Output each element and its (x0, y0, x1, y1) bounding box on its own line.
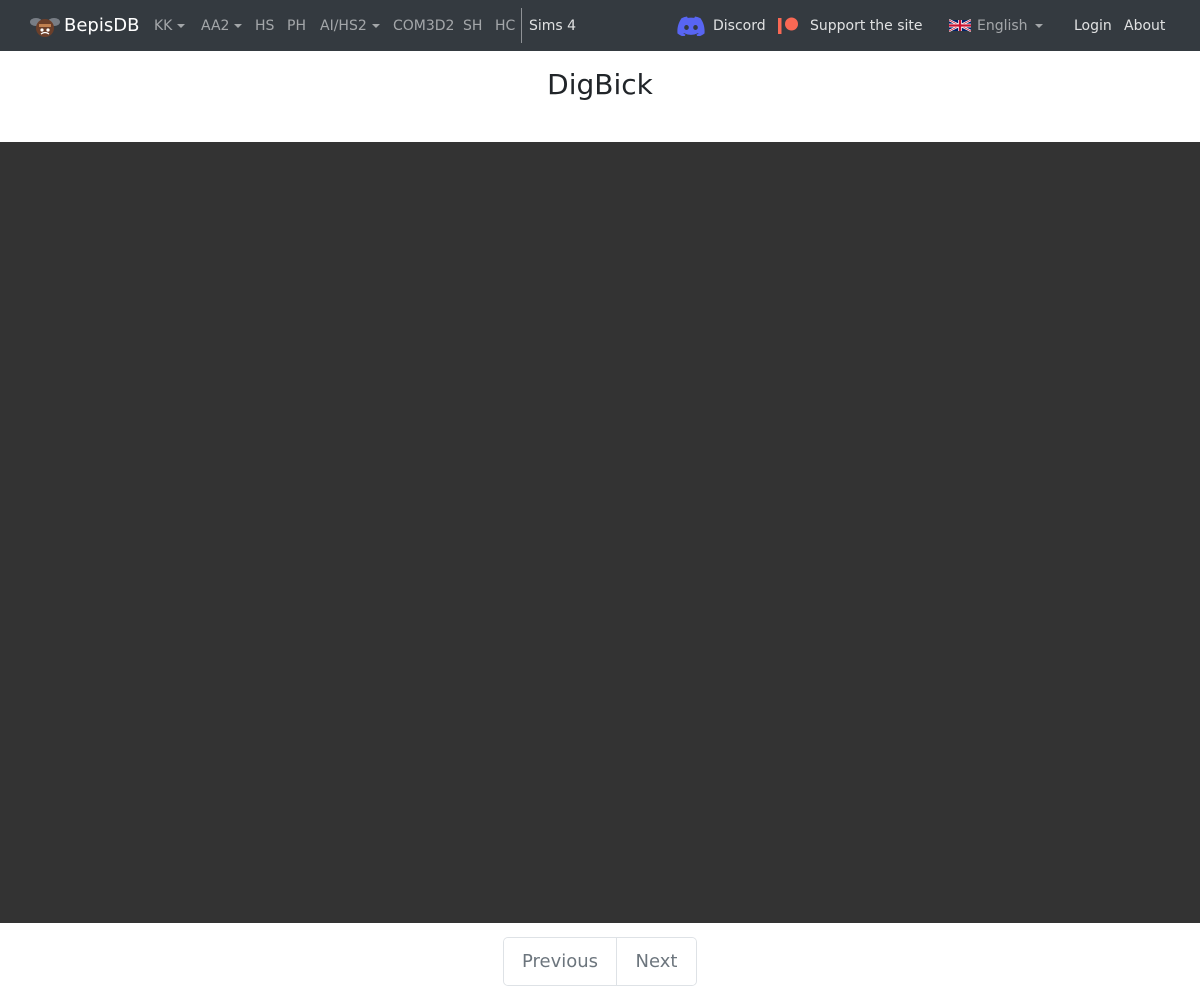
bee-logo-icon (30, 17, 60, 37)
uk-flag-icon (949, 19, 971, 32)
brand-name: BepisDB (64, 15, 140, 36)
nav-aa2-label: AA2 (201, 17, 230, 34)
nav-hc-link[interactable]: HC (495, 0, 515, 51)
caret-down-icon (234, 23, 243, 28)
about-link[interactable]: About (1124, 0, 1165, 51)
support-label: Support the site (810, 17, 923, 34)
top-navbar: BepisDB KK AA2 HS PH AI/HS2 COM3D2 SH HC… (0, 0, 1200, 51)
caret-down-icon (177, 23, 186, 28)
caret-down-icon (1034, 23, 1043, 28)
pagination: Previous Next (503, 937, 697, 986)
discord-link[interactable]: Discord (677, 0, 766, 51)
card-viewer-canvas[interactable] (0, 142, 1200, 923)
nav-ai-hs2-label: AI/HS2 (320, 17, 367, 34)
nav-ai-hs2-dropdown[interactable]: AI/HS2 (320, 0, 380, 51)
brand-link[interactable]: BepisDB (30, 0, 139, 51)
language-dropdown[interactable]: English (949, 0, 1043, 51)
patreon-icon (778, 17, 798, 34)
nav-kk-label: KK (154, 17, 173, 34)
language-label: English (977, 17, 1028, 34)
nav-ph-link[interactable]: PH (287, 0, 306, 51)
support-link[interactable]: Support the site (778, 0, 923, 51)
nav-sh-link[interactable]: SH (463, 0, 482, 51)
nav-aa2-dropdown[interactable]: AA2 (201, 0, 243, 51)
nav-sims4-link[interactable]: Sims 4 (529, 0, 576, 51)
previous-button[interactable]: Previous (504, 938, 617, 985)
next-button[interactable]: Next (617, 938, 696, 985)
discord-icon (677, 16, 705, 36)
nav-kk-dropdown[interactable]: KK (154, 0, 186, 51)
nav-hs-link[interactable]: HS (255, 0, 274, 51)
login-link[interactable]: Login (1074, 0, 1112, 51)
page-title: DigBick (547, 68, 653, 101)
discord-label: Discord (713, 17, 766, 34)
nav-com3d2-link[interactable]: COM3D2 (393, 0, 454, 51)
nav-divider (521, 8, 522, 43)
caret-down-icon (371, 23, 380, 28)
